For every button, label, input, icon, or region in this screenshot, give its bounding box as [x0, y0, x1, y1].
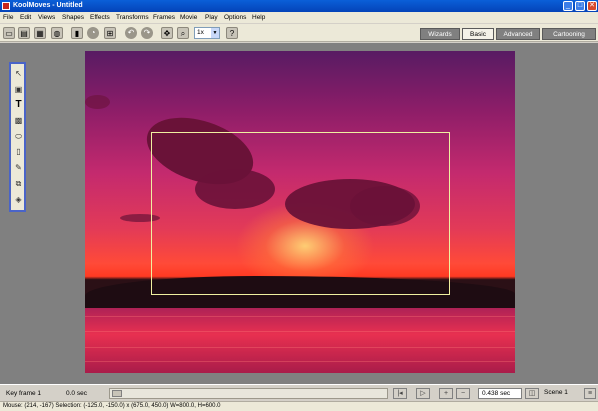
timeline-bar: Key frame 1 0.0 sec |◂ ▷ + − 0.438 sec ◫…: [0, 384, 598, 401]
window-title: KoolMoves - Untitled: [13, 2, 83, 9]
close-button[interactable]: ✕: [587, 1, 597, 11]
tab-basic[interactable]: Basic: [462, 28, 494, 40]
tab-advanced[interactable]: Advanced: [496, 28, 540, 40]
zoom-select[interactable]: 1x ▼: [194, 27, 220, 39]
water-ripple: [85, 316, 515, 317]
drawing-toolbox: ↖ ▣ T ▩ ⬭ ▯ ✎ ⧉ ◈: [9, 62, 26, 212]
open-file-icon[interactable]: ▤: [18, 27, 30, 39]
water-ripple: [85, 347, 515, 348]
add-frame-icon[interactable]: +: [439, 388, 453, 399]
duration-field[interactable]: 0.438 sec: [478, 388, 522, 399]
water-ripple: [85, 361, 515, 362]
delete-frame-icon[interactable]: −: [456, 388, 470, 399]
stage-canvas[interactable]: [85, 51, 515, 373]
paint-tool-icon[interactable]: ✎: [13, 162, 24, 173]
prev-frame-icon[interactable]: |◂: [393, 388, 407, 399]
menu-bar: File Edit Views Shapes Effects Transform…: [0, 12, 598, 23]
select-arrow-icon[interactable]: ↖: [13, 68, 24, 79]
rectangle-tool-icon[interactable]: ▯: [13, 146, 24, 157]
scene-icon[interactable]: ◫: [525, 388, 539, 399]
text-tool-icon[interactable]: T: [13, 99, 24, 110]
minimize-button[interactable]: _: [563, 1, 573, 11]
tab-cartooning[interactable]: Cartooning: [542, 28, 596, 40]
menu-play[interactable]: Play: [205, 13, 218, 22]
help-icon[interactable]: ?: [226, 27, 238, 39]
water-ripple: [85, 331, 515, 332]
menu-effects[interactable]: Effects: [90, 13, 110, 22]
tab-wizards[interactable]: Wizards: [420, 28, 460, 40]
time-label: 0.0 sec: [66, 390, 87, 397]
zoom-value: 1x: [197, 29, 204, 36]
play-icon[interactable]: ▷: [416, 388, 430, 399]
menu-transforms[interactable]: Transforms: [116, 13, 149, 22]
workspace: ↖ ▣ T ▩ ⬭ ▯ ✎ ⧉ ◈: [0, 43, 598, 384]
zoom-icon[interactable]: ⌕: [177, 27, 189, 39]
menu-views[interactable]: Views: [38, 13, 55, 22]
menu-shapes[interactable]: Shapes: [62, 13, 84, 22]
hierarchy-icon[interactable]: ⊞: [104, 27, 116, 39]
fill-tool-icon[interactable]: ◈: [13, 194, 24, 205]
clock-icon[interactable]: ◔: [87, 27, 99, 39]
redo-icon[interactable]: ↷: [141, 27, 153, 39]
cloud-shape: [85, 95, 110, 109]
chevron-down-icon[interactable]: ▼: [211, 28, 219, 38]
menu-options[interactable]: Options: [224, 13, 246, 22]
ellipse-tool-icon[interactable]: ⬭: [13, 131, 24, 142]
status-text: Mouse: (214, -167) Selection: (-125.0, -…: [3, 403, 221, 409]
status-bar: Mouse: (214, -167) Selection: (-125.0, -…: [0, 401, 598, 411]
frame-scrollbar[interactable]: [109, 388, 388, 399]
save-file-icon[interactable]: ▦: [34, 27, 46, 39]
menu-help[interactable]: Help: [252, 13, 265, 22]
image-tool-icon[interactable]: ▩: [13, 115, 24, 126]
transform-tool-icon[interactable]: ⧉: [13, 178, 24, 189]
menu-file[interactable]: File: [3, 13, 13, 22]
keyframe-label: Key frame 1: [6, 390, 42, 397]
menu-movie[interactable]: Movie: [180, 13, 197, 22]
menu-frames[interactable]: Frames: [153, 13, 175, 22]
new-file-icon[interactable]: ▭: [3, 27, 15, 39]
scrollbar-thumb[interactable]: [112, 390, 122, 397]
menu-edit[interactable]: Edit: [20, 13, 31, 22]
point-edit-icon[interactable]: ▣: [13, 84, 24, 95]
title-bar: KoolMoves - Untitled _ □ ✕: [0, 0, 598, 12]
undo-icon[interactable]: ↶: [125, 27, 137, 39]
maximize-button[interactable]: □: [575, 1, 585, 11]
frame-icon[interactable]: ▮: [71, 27, 83, 39]
selection-rectangle[interactable]: [151, 132, 450, 295]
web-preview-icon[interactable]: ◍: [51, 27, 63, 39]
app-icon: [2, 2, 10, 10]
pan-icon[interactable]: ✥: [161, 27, 173, 39]
scene-menu-icon[interactable]: ≡: [584, 388, 596, 399]
scene-label: Scene 1: [541, 388, 583, 399]
